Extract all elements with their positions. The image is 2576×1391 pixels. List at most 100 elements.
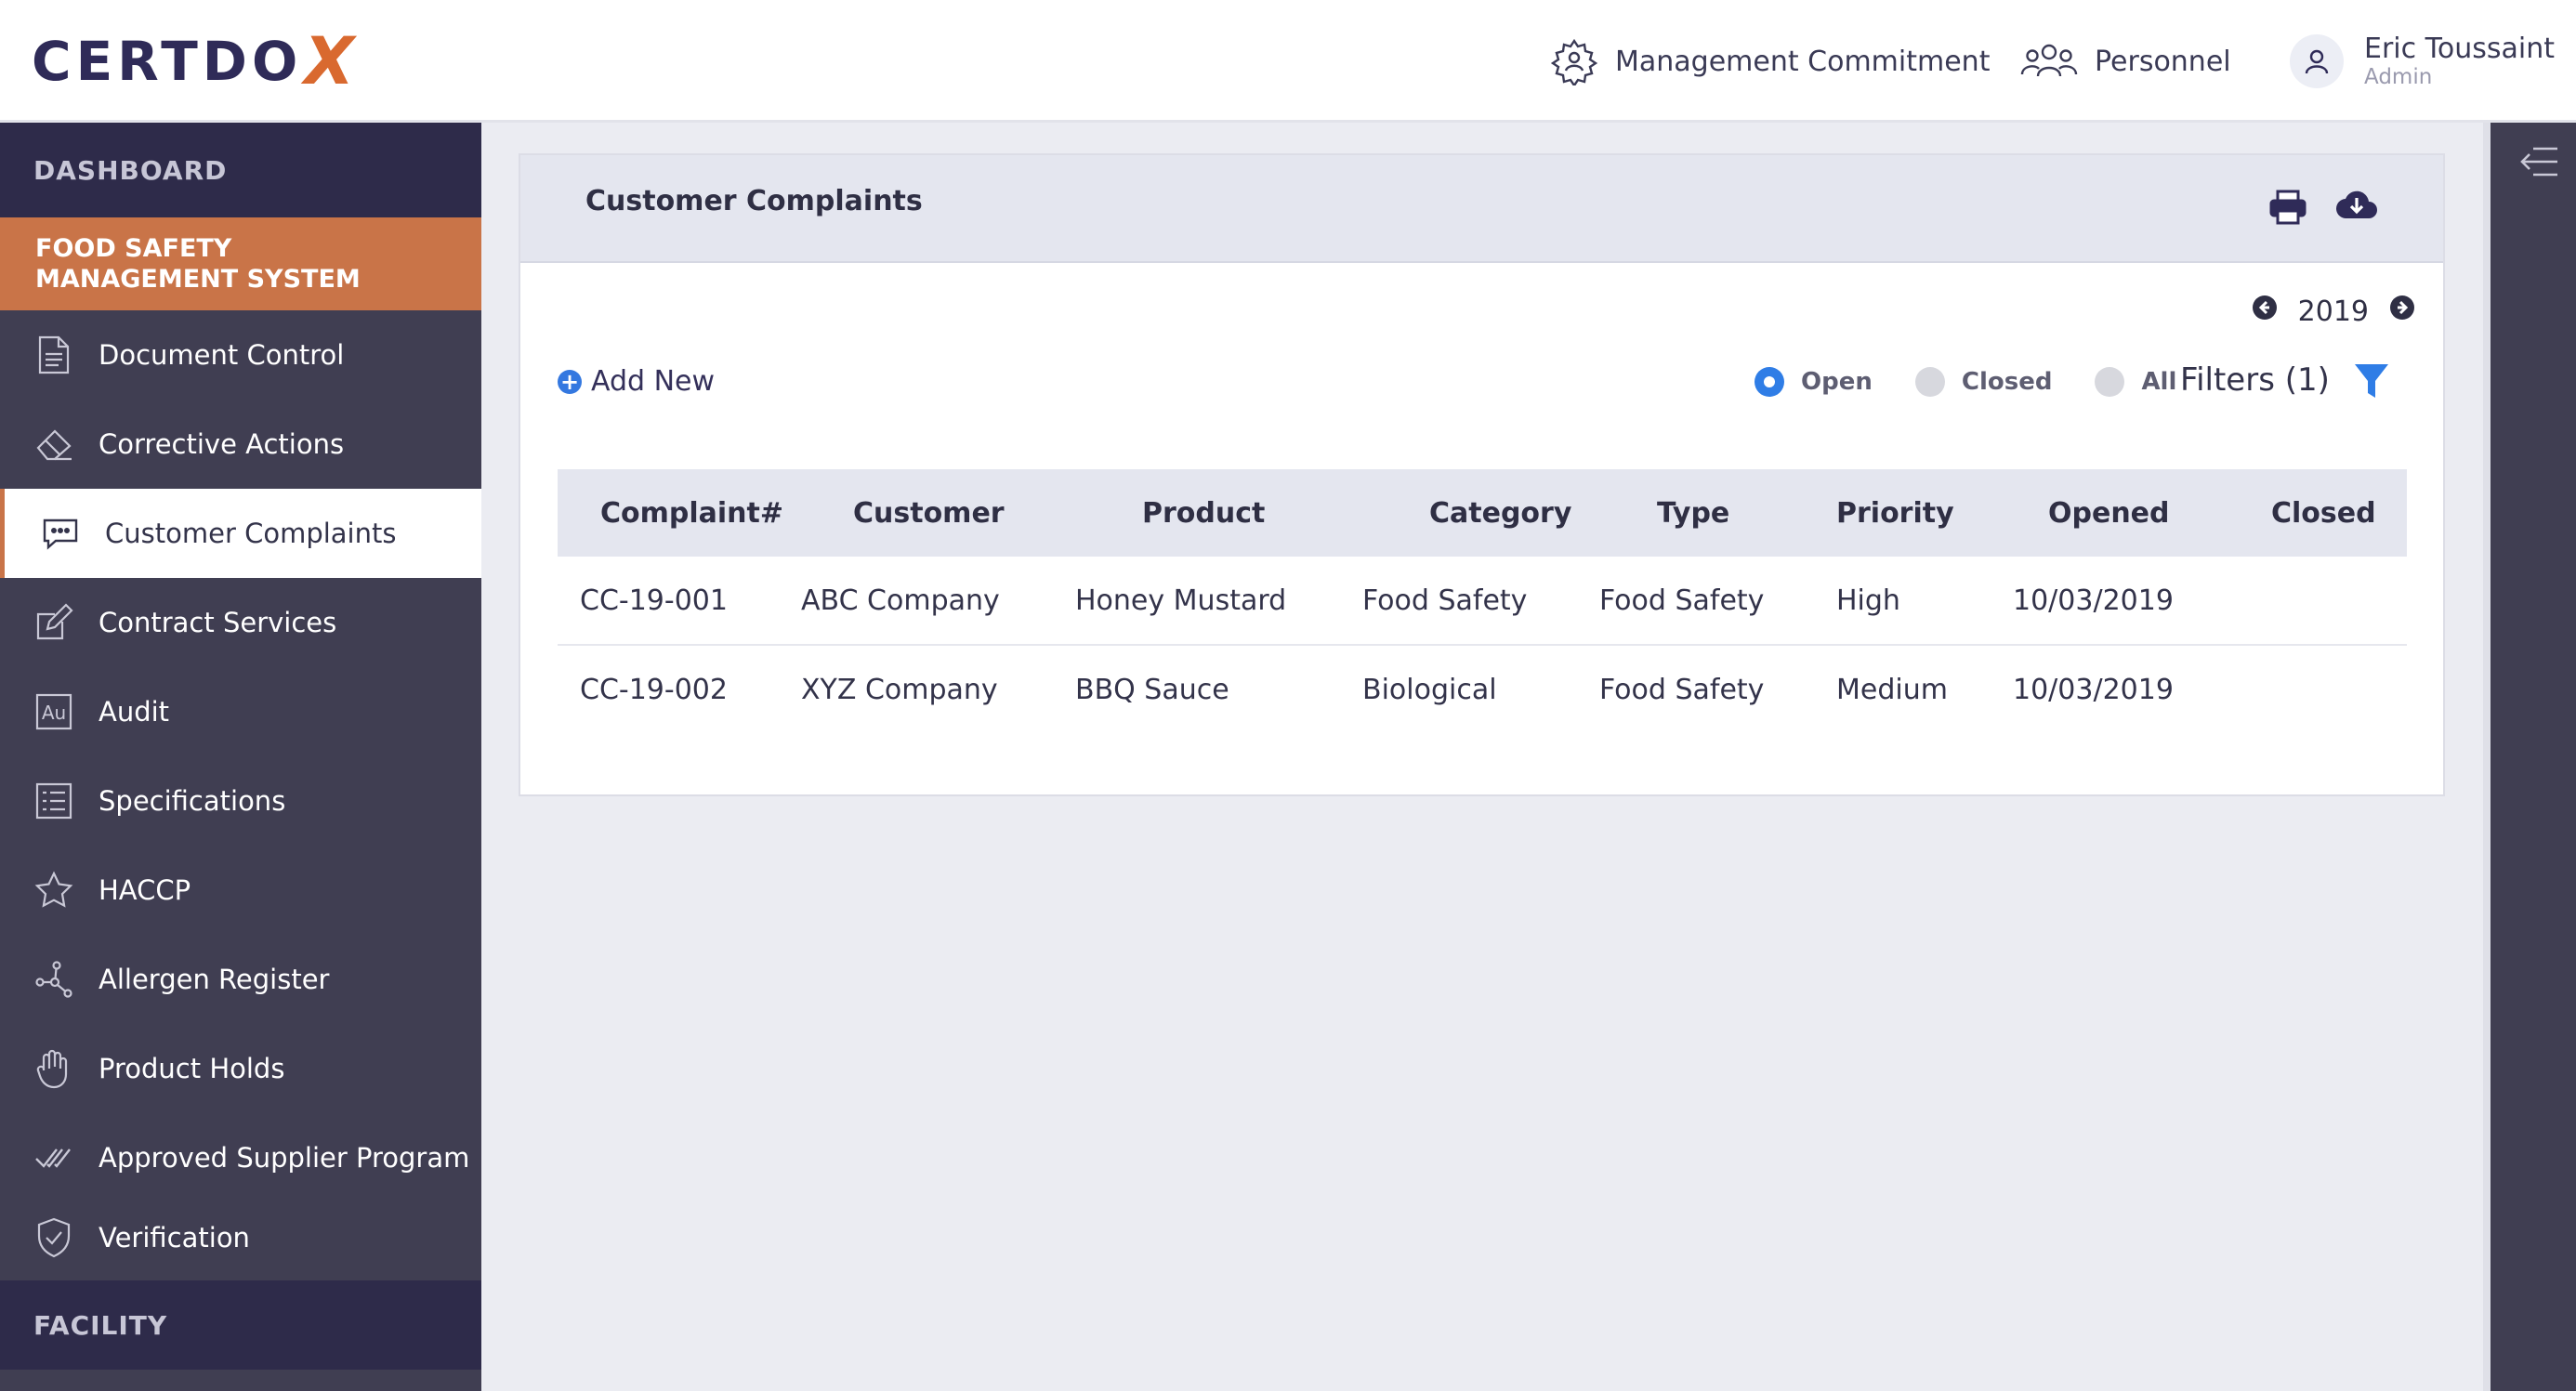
sidebar-item-approved-supplier-program[interactable]: Approved Supplier Program — [0, 1113, 481, 1202]
year-label: 2019 — [2297, 295, 2369, 328]
cell-priority: Medium — [1836, 673, 1948, 706]
cell-priority: High — [1836, 557, 2013, 646]
radio-all[interactable]: All — [2095, 367, 2176, 397]
personnel-label: Personnel — [2095, 45, 2231, 78]
sidebar-item-label: Product Holds — [99, 1053, 285, 1084]
list-icon — [33, 781, 74, 821]
radio-dot — [2095, 367, 2125, 397]
column-header[interactable]: Product — [1075, 469, 1362, 557]
column-header[interactable]: Priority — [1836, 469, 2013, 557]
sidebar-item-haccp[interactable]: HACCP — [0, 846, 481, 935]
complaints-card: Customer Complaints 2019 + Add New Open … — [519, 153, 2445, 796]
sidebar-item-label: Audit — [99, 696, 170, 728]
nav-personnel[interactable]: Personnel — [2020, 0, 2231, 123]
user-name: Eric Toussaint — [2364, 33, 2556, 65]
cell-customer: XYZ Company — [801, 673, 998, 706]
radio-label: Open — [1801, 368, 1873, 396]
radio-label: Closed — [1961, 368, 2053, 396]
column-header[interactable]: Closed — [2221, 469, 2407, 557]
cell-category: Biological — [1362, 673, 1497, 706]
sidebar-item-label: Verification — [99, 1222, 250, 1253]
sidebar-item-contract-services[interactable]: Contract Services — [0, 578, 481, 667]
people-icon — [2020, 44, 2078, 77]
eraser-icon — [33, 424, 74, 465]
sidebar-item-label: Document Control — [99, 339, 345, 371]
download-button[interactable] — [2335, 189, 2378, 230]
au-glyph: Au — [42, 702, 66, 724]
prev-year-button[interactable] — [2252, 295, 2278, 328]
cell-product: Honey Mustard — [1075, 557, 1362, 646]
page-title: Customer Complaints — [585, 185, 923, 217]
cell-customer: ABC Company — [801, 557, 1075, 646]
complaints-table: Complaint# Customer Product Category Typ… — [558, 469, 2407, 733]
filter-icon — [2355, 364, 2388, 398]
column-header[interactable]: Opened — [2013, 469, 2221, 557]
user-menu[interactable]: Eric Toussaint Admin — [2290, 0, 2555, 123]
filters-label[interactable]: Filters (1) — [2180, 361, 2330, 399]
cell-closed — [2221, 557, 2407, 646]
document-icon — [33, 335, 74, 375]
cell-product: BBQ Sauce — [1075, 673, 1229, 706]
sidebar-item-audit[interactable]: Au Audit — [0, 667, 481, 756]
sidebar-item-allergen-register[interactable]: Allergen Register — [0, 935, 481, 1024]
sidebar-facility[interactable]: FACILITY — [0, 1280, 481, 1370]
molecule-icon — [33, 959, 74, 1000]
sidebar-item-document-control[interactable]: Document Control — [0, 310, 481, 400]
sidebar-item-corrective-actions[interactable]: Corrective Actions — [0, 400, 481, 489]
collapse-menu-icon — [2520, 147, 2557, 177]
sidebar-item-customer-complaints[interactable]: Customer Complaints — [0, 489, 481, 578]
logo-text: CERTDO — [32, 30, 303, 93]
table-row[interactable]: CC-19-002 XYZ Company BBQ Sauce Biologic… — [558, 645, 2407, 733]
year-navigator: 2019 — [2252, 295, 2415, 328]
right-rail — [2483, 123, 2576, 1391]
avatar — [2290, 34, 2344, 88]
management-commitment-label: Management Commitment — [1615, 45, 1991, 78]
gear-person-icon — [1550, 38, 1598, 85]
sidebar-item-label: Corrective Actions — [99, 428, 345, 460]
cell-complaint-id[interactable]: CC-19-002 — [558, 645, 801, 733]
certdox-logo[interactable]: CERTDO X — [32, 23, 354, 99]
cell-type: Food Safety — [1599, 673, 1765, 706]
cloud-download-icon — [2335, 190, 2377, 219]
sidebar-group-fsms[interactable]: FOOD SAFETY MANAGEMENT SYSTEM — [0, 217, 481, 310]
star-icon — [33, 870, 74, 911]
column-header[interactable]: Type — [1599, 469, 1836, 557]
print-button[interactable] — [2268, 189, 2307, 230]
cell-complaint-id[interactable]: CC-19-001 — [558, 557, 801, 646]
sidebar-item-label: Allergen Register — [99, 964, 330, 995]
user-icon — [2305, 49, 2329, 74]
table-row[interactable]: CC-19-001 ABC Company Honey Mustard Food… — [558, 557, 2407, 646]
next-year-button[interactable] — [2389, 295, 2415, 328]
hand-icon — [33, 1048, 74, 1089]
add-new-label: Add New — [591, 365, 716, 398]
logo-x: X — [304, 23, 355, 99]
cell-opened: 10/03/2019 — [2013, 557, 2221, 646]
user-role: Admin — [2364, 65, 2433, 89]
shield-check-icon — [33, 1217, 74, 1258]
sidebar-dashboard[interactable]: DASHBOARD — [0, 123, 481, 217]
filter-button[interactable] — [2353, 361, 2390, 406]
sidebar-item-verification[interactable]: Verification — [0, 1202, 481, 1273]
add-new-button[interactable]: + Add New — [558, 365, 715, 398]
collapse-menu-button[interactable] — [2520, 143, 2561, 184]
column-header[interactable]: Complaint# — [558, 469, 801, 557]
radio-label: All — [2141, 368, 2177, 396]
table-header-row: Complaint# Customer Product Category Typ… — [558, 469, 2407, 557]
nav-management-commitment[interactable]: Management Commitment — [1550, 0, 1990, 123]
card-header: Customer Complaints — [520, 155, 2443, 263]
radio-open[interactable]: Open — [1755, 367, 1873, 397]
edit-icon — [33, 602, 74, 643]
column-header[interactable]: Customer — [801, 469, 1075, 557]
column-header[interactable]: Category — [1362, 469, 1599, 557]
status-filter-radios: Open Closed All — [1755, 367, 2219, 397]
radio-dot — [1755, 367, 1784, 397]
sidebar-item-label: HACCP — [99, 874, 191, 906]
sidebar-item-label: Approved Supplier Program — [99, 1142, 470, 1174]
radio-closed[interactable]: Closed — [1914, 367, 2053, 397]
sidebar-item-specifications[interactable]: Specifications — [0, 756, 481, 846]
sidebar: DASHBOARD FOOD SAFETY MANAGEMENT SYSTEM … — [0, 123, 481, 1391]
double-check-icon — [33, 1137, 74, 1178]
sidebar-item-product-holds[interactable]: Product Holds — [0, 1024, 481, 1113]
arrow-right-circle-icon — [2390, 295, 2414, 320]
chat-icon — [40, 513, 81, 554]
